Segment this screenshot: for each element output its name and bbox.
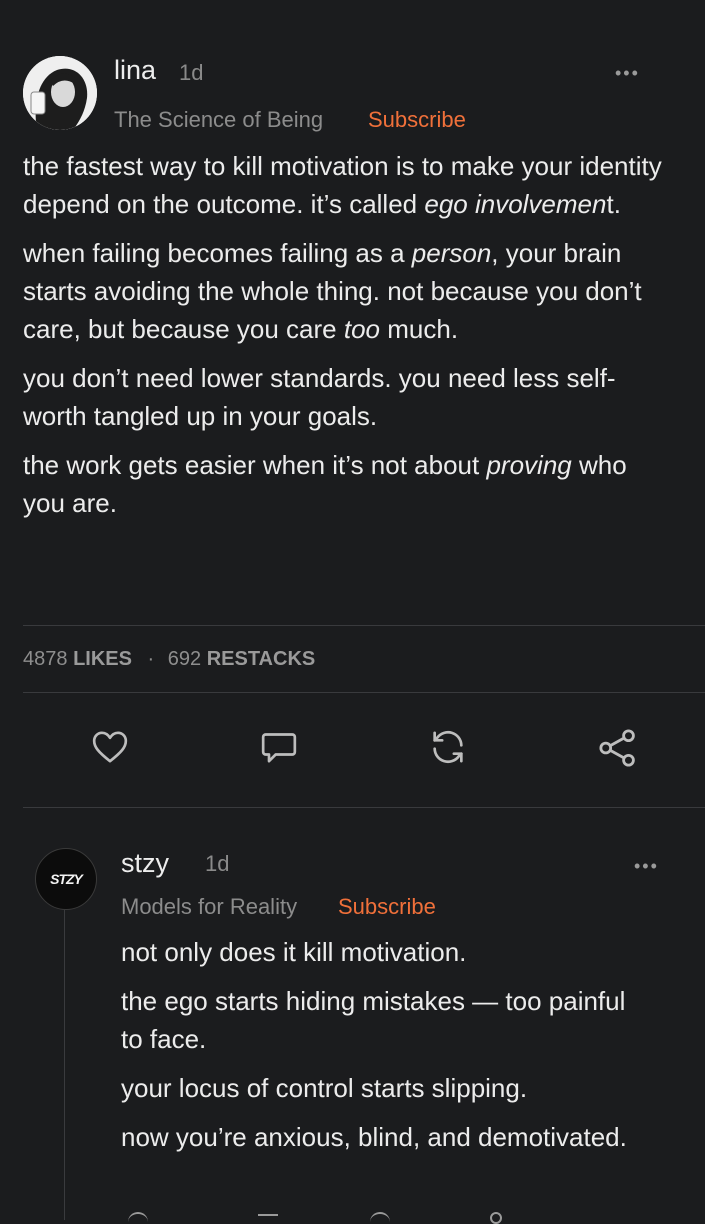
post-body: the fastest way to kill motivation is to… xyxy=(23,147,673,533)
post-paragraph: you don’t need lower standards. you need… xyxy=(23,359,673,435)
paragraph-text: much. xyxy=(380,314,459,344)
emphasis-text: too xyxy=(343,314,381,344)
emphasis-text: proving xyxy=(486,450,572,480)
reply-paragraph: not only does it kill motivation. xyxy=(121,937,467,967)
more-options-icon[interactable]: ••• xyxy=(615,63,640,84)
paragraph-text: the work gets easier when it’s not about xyxy=(23,450,487,480)
post-paragraph: when failing becomes failing as a person… xyxy=(23,234,673,348)
divider xyxy=(23,807,705,808)
reply-subscribe-link[interactable]: Subscribe xyxy=(338,894,436,920)
paragraph-text: when failing becomes failing as a xyxy=(23,238,412,268)
restacks-label[interactable]: RESTACKS xyxy=(207,648,316,670)
thread-line xyxy=(64,910,65,1220)
reply-publication-name[interactable]: Models for Reality xyxy=(121,894,297,920)
share-icon[interactable] xyxy=(597,727,639,769)
divider xyxy=(23,625,705,626)
restacks-count: 692 xyxy=(167,648,202,670)
author-name[interactable]: lina xyxy=(114,55,156,86)
emphasis-text: person xyxy=(411,238,492,268)
reply-share-icon[interactable] xyxy=(490,1212,502,1224)
likes-label[interactable]: LIKES xyxy=(73,648,132,670)
divider xyxy=(23,692,705,693)
avatar-logo-text: STZY xyxy=(50,871,83,887)
reply-time: 1d xyxy=(205,851,230,876)
heart-icon[interactable] xyxy=(89,727,131,767)
reply-restack-icon[interactable] xyxy=(370,1212,390,1224)
reply-paragraph: now you’re anxious, blind, and demotivat… xyxy=(121,1122,627,1152)
post-paragraph: the fastest way to kill motivation is to… xyxy=(23,147,673,223)
reply-body: not only does it kill motivation. the ego… xyxy=(121,933,641,1167)
paragraph-text: t. xyxy=(606,189,621,219)
comment-icon[interactable] xyxy=(259,727,299,767)
post-time: 1d xyxy=(179,60,204,85)
subscribe-link[interactable]: Subscribe xyxy=(368,107,466,133)
reply-paragraph: the ego starts hiding mistakes — too pai… xyxy=(121,986,626,1054)
restack-icon[interactable] xyxy=(428,727,468,767)
reply-more-options-icon[interactable]: ••• xyxy=(634,856,659,877)
post-stats: 4878 LIKES · 692 RESTACKS xyxy=(23,648,315,671)
reply-heart-icon[interactable] xyxy=(128,1212,148,1224)
reply-comment-icon[interactable] xyxy=(258,1214,278,1224)
reply-author-avatar[interactable]: STZY xyxy=(35,848,97,910)
reply-author-name[interactable]: stzy xyxy=(121,848,169,879)
stats-separator: · xyxy=(147,648,155,670)
post-paragraph: the work gets easier when it’s not about… xyxy=(23,446,673,522)
paragraph-text: you don’t need lower standards. you need… xyxy=(23,363,616,431)
emphasis-text: ego involvemen xyxy=(424,189,607,219)
author-avatar[interactable] xyxy=(23,56,97,130)
reply-paragraph: your locus of control starts slipping. xyxy=(121,1073,528,1103)
publication-name[interactable]: The Science of Being xyxy=(114,107,323,133)
likes-count: 4878 xyxy=(23,648,68,670)
